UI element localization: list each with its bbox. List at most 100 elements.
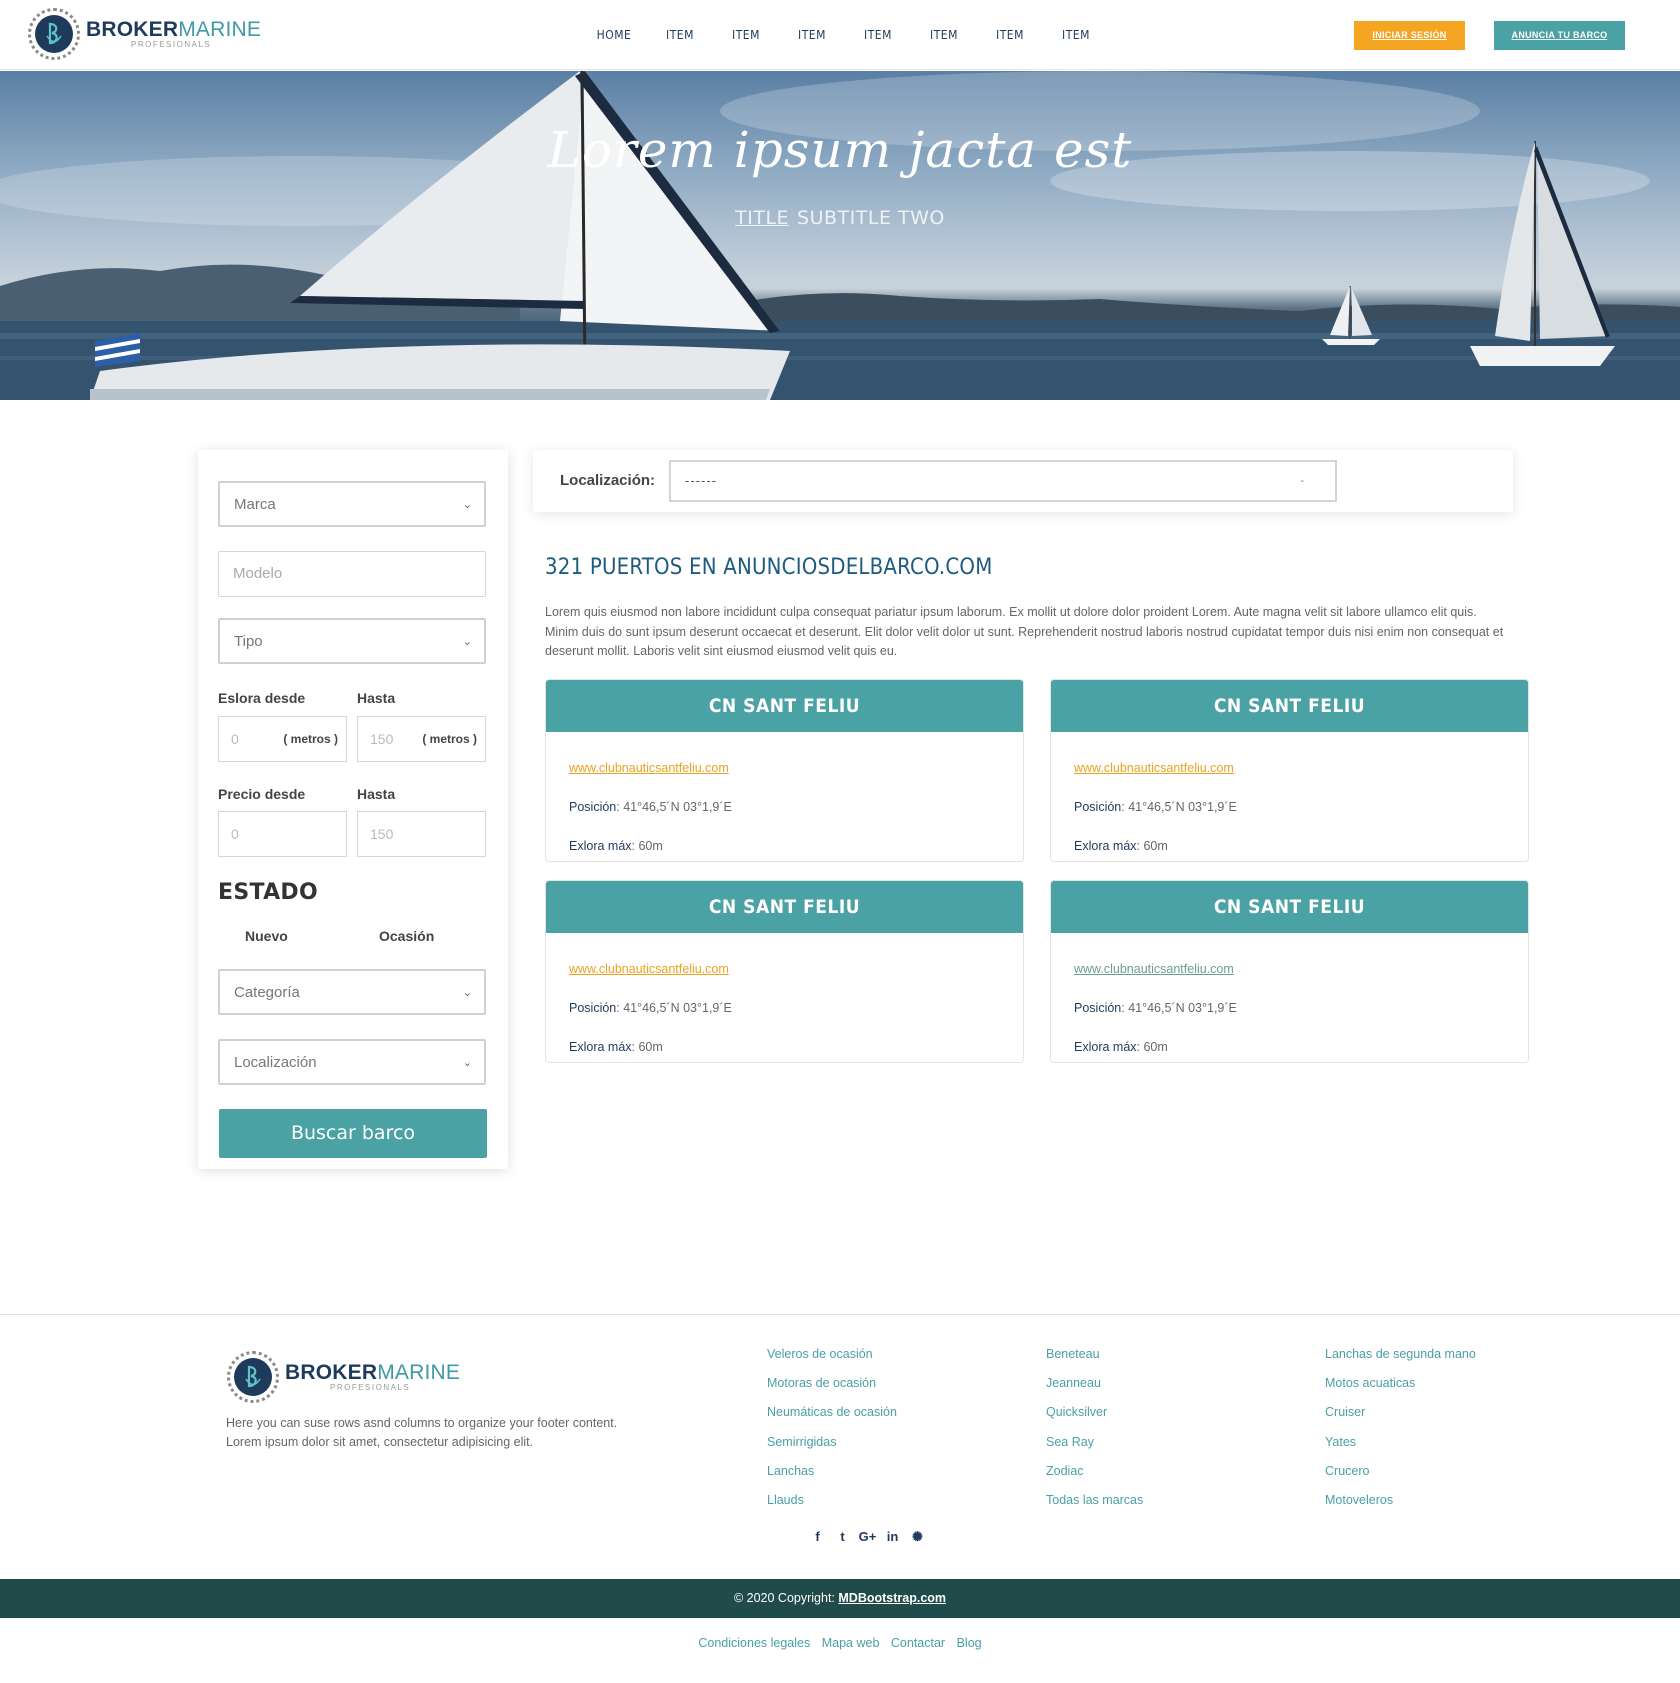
footer-link[interactable]: Quicksilver — [1046, 1405, 1143, 1434]
hero-subtitle-title[interactable]: TITLE — [735, 207, 789, 229]
eslora-desde-label: Eslora desde — [218, 690, 306, 706]
facebook-icon[interactable]: f — [805, 1529, 830, 1545]
localizacion-select[interactable]: Localización ⌄ — [218, 1039, 486, 1085]
precio-hasta-input[interactable]: 150 — [357, 811, 486, 857]
eslora-value: : 60m — [631, 1040, 663, 1054]
legal-link-condiciones[interactable]: Condiciones legales — [698, 1636, 810, 1650]
port-card-position: Posición: 41°46,5´N 03°1,9´E — [1074, 1001, 1237, 1015]
chevron-down-icon: ⌄ — [462, 499, 472, 511]
port-card[interactable]: CN SANT FELIU www.clubnauticsantfeliu.co… — [1050, 880, 1529, 1063]
copyright-link[interactable]: MDBootstrap.com — [838, 1591, 946, 1605]
tipo-select[interactable]: Tipo ⌄ — [218, 618, 486, 664]
nav-item-6[interactable]: ITEM — [977, 28, 1043, 42]
port-card-url[interactable]: www.clubnauticsantfeliu.com — [569, 962, 729, 976]
footer-link[interactable]: Beneteau — [1046, 1347, 1143, 1376]
legal-link-mapa-web[interactable]: Mapa web — [822, 1636, 880, 1650]
port-card-position: Posición: 41°46,5´N 03°1,9´E — [1074, 800, 1237, 814]
location-select[interactable]: ------ - — [669, 460, 1337, 502]
marca-select-value: Marca — [234, 496, 276, 513]
location-filter-bar: Localización: ------ - — [533, 450, 1513, 512]
footer-link[interactable]: Yates — [1325, 1435, 1476, 1464]
port-card-title: CN SANT FELIU — [1051, 680, 1528, 732]
copyright-text: © 2020 Copyright: — [733, 1591, 839, 1605]
eslora-hasta-unit: ( metros ) — [422, 732, 477, 746]
buscar-barco-button[interactable]: Buscar barco — [219, 1109, 487, 1158]
footer-link[interactable]: Neumáticas de ocasión — [767, 1405, 897, 1434]
nav-item-1[interactable]: ITEM — [647, 28, 713, 42]
position-label: Posición — [1074, 800, 1122, 814]
footer-link[interactable]: Zodiac — [1046, 1464, 1143, 1493]
footer-link[interactable]: Semirrigidas — [767, 1435, 897, 1464]
footer-link[interactable]: Jeanneau — [1046, 1376, 1143, 1405]
twitter-icon[interactable]: t — [830, 1529, 855, 1545]
precio-desde-input[interactable]: 0 — [218, 811, 347, 857]
legal-link-blog[interactable]: Blog — [957, 1636, 982, 1650]
port-card-url[interactable]: www.clubnauticsantfeliu.com — [1074, 962, 1234, 976]
footer-link[interactable]: Cruiser — [1325, 1405, 1476, 1434]
port-card-title: CN SANT FELIU — [1051, 881, 1528, 933]
port-card-url[interactable]: www.clubnauticsantfeliu.com — [569, 761, 729, 775]
categoria-select[interactable]: Categoría ⌄ — [218, 969, 486, 1015]
footer-link[interactable]: Veleros de ocasión — [767, 1347, 897, 1376]
footer-link[interactable]: Todas las marcas — [1046, 1493, 1143, 1522]
eslora-value: : 60m — [1136, 1040, 1168, 1054]
nav-home[interactable]: HOME — [581, 28, 647, 42]
eslora-desde-value: 0 — [231, 731, 239, 747]
nuevo-option[interactable]: Nuevo — [245, 928, 288, 944]
footer-link[interactable]: Motoras de ocasión — [767, 1376, 897, 1405]
port-card[interactable]: CN SANT FELIU www.clubnauticsantfeliu.co… — [545, 880, 1024, 1063]
ocasion-option[interactable]: Ocasión — [379, 928, 434, 944]
port-card-url[interactable]: www.clubnauticsantfeliu.com — [1074, 761, 1234, 775]
marca-select[interactable]: Marca ⌄ — [218, 481, 486, 527]
footer-link[interactable]: Crucero — [1325, 1464, 1476, 1493]
login-button[interactable]: INICIAR SESIÓN — [1354, 21, 1465, 50]
port-card-eslora: Exlora máx: 60m — [569, 1040, 663, 1054]
dribbble-icon[interactable]: ✺ — [905, 1529, 930, 1545]
google-plus-icon[interactable]: G+ — [855, 1529, 880, 1545]
footer-logo[interactable]: BROKERMARINE PROFESIONALS — [227, 1351, 460, 1403]
footer-divider — [0, 1314, 1680, 1315]
footer-column-categorias: Lanchas de segunda mano Motos acuaticas … — [1325, 1347, 1476, 1522]
location-select-value: ------ — [685, 473, 717, 488]
logo-badge-icon — [28, 8, 80, 60]
logo-brand-part2: MARINE — [178, 18, 262, 41]
localizacion-select-value: Localización — [234, 1054, 317, 1071]
eslora-desde-input[interactable]: 0 ( metros ) — [218, 716, 347, 762]
footer-link[interactable]: Lanchas de segunda mano — [1325, 1347, 1476, 1376]
linkedin-icon[interactable]: in — [880, 1529, 905, 1545]
nav-item-4[interactable]: ITEM — [845, 28, 911, 42]
footer-link[interactable]: Lanchas — [767, 1464, 897, 1493]
nav-item-7[interactable]: ITEM — [1043, 28, 1109, 42]
nav-item-5[interactable]: ITEM — [911, 28, 977, 42]
anuncia-barco-button[interactable]: ANUNCIA TU BARCO — [1494, 21, 1625, 50]
ports-description: Lorem quis eiusmod non labore incididunt… — [545, 605, 1504, 658]
hero-subtitle-two: SUBTITLE TWO — [797, 207, 945, 229]
port-card-eslora: Exlora máx: 60m — [1074, 1040, 1168, 1054]
logo-brand-part1: BROKER — [86, 18, 179, 41]
nav-item-2[interactable]: ITEM — [713, 28, 779, 42]
footer-link[interactable]: Sea Ray — [1046, 1435, 1143, 1464]
footer-logo-subtitle: PROFESIONALS — [330, 1383, 411, 1392]
modelo-input[interactable]: Modelo — [218, 551, 486, 597]
footer-link[interactable]: Llauds — [767, 1493, 897, 1522]
legal-link-contactar[interactable]: Contactar — [891, 1636, 945, 1650]
eslora-label: Exlora máx — [1074, 1040, 1137, 1054]
position-value: : 41°46,5´N 03°1,9´E — [1121, 1001, 1237, 1015]
eslora-hasta-input[interactable]: 150 ( metros ) — [357, 716, 486, 762]
port-card-title: CN SANT FELIU — [546, 881, 1023, 933]
port-card-eslora: Exlora máx: 60m — [1074, 839, 1168, 853]
eslora-value: : 60m — [631, 839, 663, 853]
precio-hasta-label: Hasta — [357, 786, 396, 802]
port-card-eslora: Exlora máx: 60m — [569, 839, 663, 853]
port-card[interactable]: CN SANT FELIU www.clubnauticsantfeliu.co… — [1050, 679, 1529, 862]
footer-link[interactable]: Motos acuaticas — [1325, 1376, 1476, 1405]
brand-logo[interactable]: BROKERMARINE PROFESIONALS — [28, 8, 261, 60]
port-card-position: Posición: 41°46,5´N 03°1,9´E — [569, 1001, 732, 1015]
eslora-label: Exlora máx — [1074, 839, 1137, 853]
estado-heading: ESTADO — [218, 880, 318, 905]
nav-item-3[interactable]: ITEM — [779, 28, 845, 42]
precio-desde-label: Precio desde — [218, 786, 306, 802]
chevron-down-icon: ⌄ — [462, 1057, 472, 1069]
footer-link[interactable]: Motoveleros — [1325, 1493, 1476, 1522]
port-card[interactable]: CN SANT FELIU www.clubnauticsantfeliu.co… — [545, 679, 1024, 862]
